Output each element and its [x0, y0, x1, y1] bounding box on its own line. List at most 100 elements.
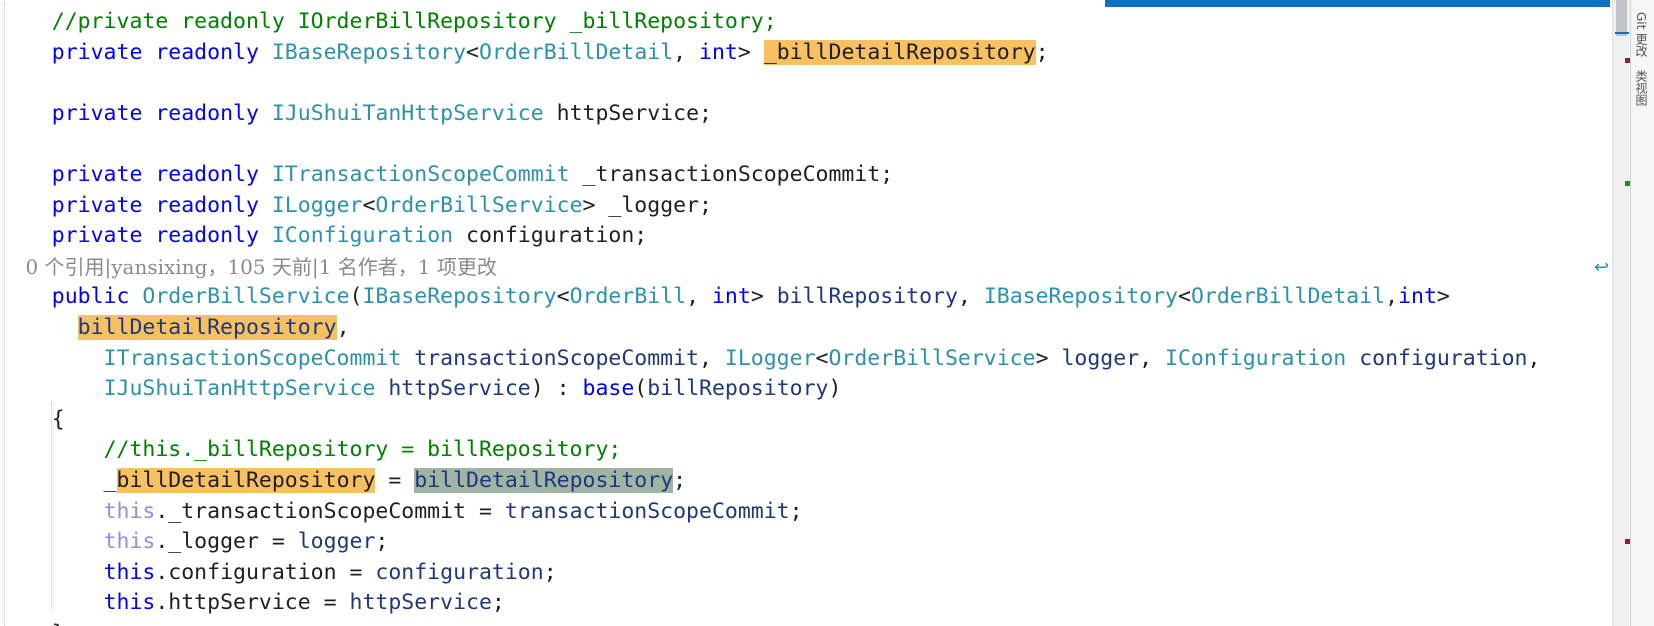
- code-token: ,: [1385, 284, 1399, 310]
- code-token: IBaseRepository: [362, 284, 557, 310]
- code-line[interactable]: _billDetailRepository = billDetailReposi…: [0, 466, 1612, 497]
- code-line[interactable]: private readonly IBaseRepository<OrderBi…: [0, 38, 1612, 69]
- code-token: this: [103, 590, 156, 616]
- code-line[interactable]: this.httpService = httpService;: [0, 588, 1612, 619]
- code-token: IConfiguration: [271, 223, 454, 249]
- code-lines[interactable]: //private readonly IOrderBillRepository …: [0, 7, 1612, 626]
- code-token: =: [375, 467, 415, 493]
- code-token: IJuShuiTanHttpService: [103, 376, 376, 402]
- code-line[interactable]: billDetailRepository,: [0, 313, 1612, 344]
- code-line[interactable]: public OrderBillService(IBaseRepository<…: [0, 282, 1612, 313]
- code-token: configuration: [375, 559, 544, 585]
- code-token: ,: [673, 39, 700, 65]
- code-token: ,: [336, 314, 350, 340]
- code-token: logger: [297, 529, 376, 555]
- code-token: private: [51, 100, 143, 126]
- code-token: ,: [957, 284, 984, 310]
- code-line[interactable]: 0 个引用|yansixing，105 天前|1 名作者，1 项更改: [0, 252, 1612, 283]
- code-token: ,: [699, 345, 725, 371]
- code-token: billDetailRepository: [77, 314, 337, 340]
- code-line[interactable]: //this._billRepository = billRepository;: [0, 435, 1612, 466]
- code-line[interactable]: private readonly IConfiguration configur…: [0, 221, 1612, 252]
- code-line[interactable]: }: [0, 619, 1612, 626]
- code-line[interactable]: private readonly IJuShuiTanHttpService h…: [0, 99, 1612, 130]
- code-token: ;: [1035, 39, 1049, 65]
- code-token: OrderBillDetail: [1190, 284, 1386, 310]
- code-token: this: [103, 529, 156, 555]
- code-line[interactable]: {: [0, 405, 1612, 436]
- code-token: ;: [375, 529, 389, 555]
- code-line[interactable]: this.configuration = configuration;: [0, 558, 1612, 589]
- code-line[interactable]: IJuShuiTanHttpService httpService) : bas…: [0, 374, 1612, 405]
- code-token: transactionScopeCommit: [414, 345, 700, 371]
- code-token: readonly: [155, 161, 259, 187]
- code-token: ;: [673, 467, 687, 493]
- code-token: billRepository: [647, 376, 829, 402]
- code-token: httpService: [349, 590, 492, 616]
- code-line[interactable]: [0, 129, 1612, 160]
- code-token: configuration: [1359, 345, 1528, 371]
- code-token: IJuShuiTanHttpService: [271, 100, 544, 126]
- code-token: readonly: [155, 100, 259, 126]
- code-token: _: [51, 467, 117, 493]
- code-token: (: [349, 284, 363, 310]
- code-token: ;: [543, 559, 557, 585]
- code-token: .configuration =: [155, 559, 376, 585]
- code-token: int: [711, 284, 751, 310]
- code-token: >: [1436, 284, 1450, 310]
- code-token: <: [556, 284, 570, 310]
- code-token: >: [1035, 345, 1062, 371]
- code-token: IBaseRepository: [271, 39, 467, 65]
- code-token: readonly: [155, 223, 259, 249]
- code-token: ;: [491, 590, 505, 616]
- code-line[interactable]: this._logger = logger;: [0, 527, 1612, 558]
- code-token: configuration;: [453, 223, 648, 249]
- code-line[interactable]: [0, 68, 1612, 99]
- vertical-scrollbar[interactable]: [1612, 0, 1630, 626]
- code-token: >: [750, 284, 777, 310]
- code-token: OrderBillService: [828, 345, 1036, 371]
- code-lens-info[interactable]: 0 个引用|yansixing，105 天前|1 名作者，1 项更改: [25, 255, 496, 279]
- code-token: ._logger =: [155, 529, 298, 555]
- code-token: int: [1398, 284, 1437, 310]
- code-token: OrderBill: [569, 284, 687, 310]
- word-wrap-icon: ↩: [1594, 257, 1610, 278]
- code-line[interactable]: //private readonly IOrderBillRepository …: [0, 7, 1612, 38]
- code-line[interactable]: this._transactionScopeCommit = transacti…: [0, 497, 1612, 528]
- code-line[interactable]: ITransactionScopeCommit transactionScope…: [0, 344, 1612, 375]
- code-line[interactable]: private readonly ILogger<OrderBillServic…: [0, 191, 1612, 222]
- code-token: ) :: [530, 376, 583, 402]
- code-token: ,: [686, 284, 712, 310]
- code-token: httpService;: [543, 100, 712, 126]
- code-token: OrderBillService: [142, 284, 350, 310]
- side-tool-panel: Git 更改 类视图: [1630, 0, 1654, 626]
- scrollbar-thumb[interactable]: [1616, 0, 1627, 36]
- code-editor[interactable]: //private readonly IOrderBillRepository …: [0, 0, 1612, 626]
- side-tab-git-changes[interactable]: Git 更改: [1633, 12, 1650, 57]
- side-tab-class-view[interactable]: 类视图: [1633, 70, 1650, 106]
- code-token: _billDetailRepository: [763, 39, 1036, 65]
- code-line[interactable]: private readonly ITransactionScopeCommit…: [0, 160, 1612, 191]
